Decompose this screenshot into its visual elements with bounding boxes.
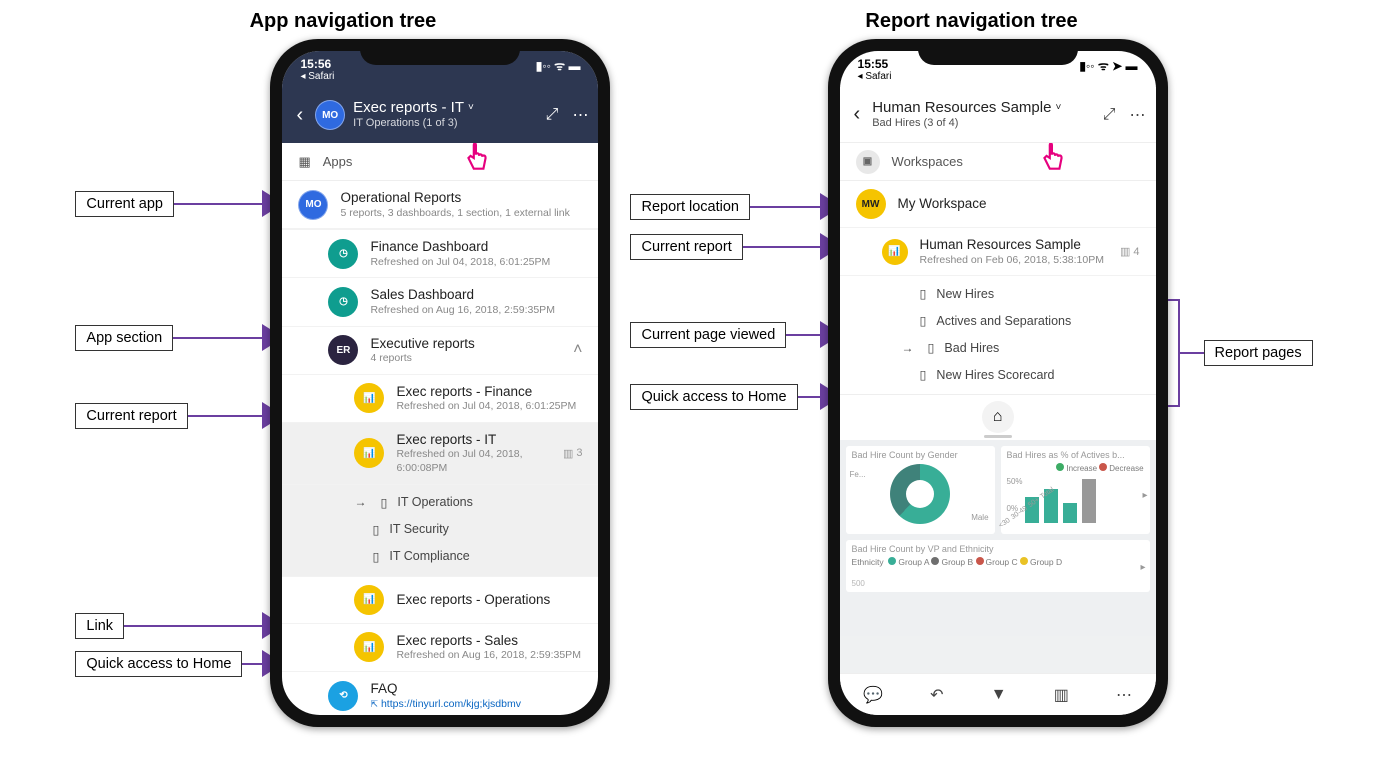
section-avatar: ER bbox=[328, 335, 358, 365]
dashboard-icon: ◷ bbox=[328, 239, 358, 269]
report-row-sales[interactable]: 📊 Exec reports - Sales Refreshed on Aug … bbox=[282, 624, 598, 672]
page-new-hires[interactable]: ▯New Hires bbox=[840, 280, 1156, 307]
cursor-icon bbox=[1040, 143, 1066, 173]
page-count: ▥3 bbox=[563, 447, 583, 460]
page-mobile-icon: ▯ bbox=[920, 286, 927, 301]
report-row-operations[interactable]: 📊 Exec reports - Operations bbox=[282, 577, 598, 624]
home-icon: ⌂ bbox=[993, 408, 1003, 426]
workspaces-icon: ▣ bbox=[856, 150, 880, 174]
header-subtitle: IT Operations (1 of 3) bbox=[353, 117, 538, 130]
report-header: ‹ Human Resources Sample ˅ Bad Hires (3 o… bbox=[840, 87, 1156, 143]
section-row-executive[interactable]: ER Executive reports 4 reports ˄ bbox=[282, 327, 598, 375]
dashboard-icon: ◷ bbox=[328, 287, 358, 317]
page-mobile-icon: ▯ bbox=[928, 340, 935, 355]
report-icon: 📊 bbox=[354, 585, 384, 615]
callout-current-report-1: Current report bbox=[75, 403, 187, 429]
callout-current-page: Current page viewed bbox=[630, 322, 786, 348]
back-to-safari[interactable]: ◂ Safari bbox=[858, 71, 892, 82]
callout-link: Link bbox=[75, 613, 124, 639]
page-it-compliance[interactable]: ▯IT Compliance bbox=[282, 543, 598, 570]
link-icon: ⟲ bbox=[328, 681, 358, 711]
home-button[interactable]: ⌂ bbox=[982, 401, 1014, 433]
back-to-safari[interactable]: ◂ Safari bbox=[300, 71, 334, 82]
header-subtitle: Bad Hires (3 of 4) bbox=[872, 117, 1095, 130]
callout-report-pages: Report pages bbox=[1204, 340, 1313, 366]
page-icon: ▯ bbox=[372, 522, 379, 537]
back-icon[interactable]: ‹ bbox=[292, 104, 307, 127]
drag-handle[interactable] bbox=[984, 435, 1012, 438]
comment-icon[interactable]: 💬 bbox=[863, 685, 883, 705]
workspace-row[interactable]: MW My Workspace bbox=[840, 181, 1156, 228]
workspace-avatar: MW bbox=[856, 189, 886, 219]
back-icon[interactable]: ‹ bbox=[850, 103, 865, 126]
callout-home-1: Quick access to Home bbox=[75, 651, 242, 677]
pages-icon[interactable]: ▥ bbox=[1054, 685, 1069, 705]
callout-app-section: App section bbox=[75, 325, 173, 351]
callout-current-app: Current app bbox=[75, 191, 174, 217]
filter-icon[interactable]: ▼ bbox=[991, 686, 1007, 704]
donut-chart bbox=[890, 464, 950, 524]
report-icon: 📊 bbox=[354, 383, 384, 413]
page-mobile-icon: ▯ bbox=[380, 495, 387, 510]
callout-current-report-2: Current report bbox=[630, 234, 742, 260]
callout-report-location: Report location bbox=[630, 194, 750, 220]
phone-right: 15:55 ◂ Safari ▮◦◦ ᯤ ➤ ▬ ‹ Human Resourc… bbox=[828, 39, 1168, 727]
report-row-finance[interactable]: 📊 Exec reports - Finance Refreshed on Ju… bbox=[282, 375, 598, 423]
report-icon: 📊 bbox=[882, 239, 908, 265]
dashboard-row-sales[interactable]: ◷ Sales Dashboard Refreshed on Aug 16, 2… bbox=[282, 278, 598, 326]
apps-section[interactable]: ▦ Apps bbox=[282, 143, 598, 181]
header-title[interactable]: Exec reports - IT bbox=[353, 99, 464, 117]
dashboard-row-finance[interactable]: ◷ Finance Dashboard Refreshed on Jul 04,… bbox=[282, 229, 598, 278]
page-it-operations[interactable]: ▯IT Operations bbox=[282, 489, 598, 516]
expand-icon[interactable]: ⤢ bbox=[546, 106, 559, 124]
page-mobile-icon: ▯ bbox=[372, 549, 379, 564]
app-row-operational[interactable]: MO Operational Reports 5 reports, 3 dash… bbox=[282, 181, 598, 229]
page-icon: ▯ bbox=[920, 313, 927, 328]
cursor-icon bbox=[464, 143, 490, 173]
callout-home-2: Quick access to Home bbox=[630, 384, 797, 410]
callouts-center: Report location Current report Current p… bbox=[630, 39, 827, 410]
title-left: App navigation tree bbox=[250, 10, 437, 33]
callouts-right: Report pages bbox=[1168, 39, 1313, 407]
chevron-down-icon[interactable]: ˅ bbox=[468, 102, 474, 114]
report-preview: Bad Hire Count by Gender Fe... Male Bad … bbox=[840, 440, 1156, 673]
more-icon[interactable]: ⋯ bbox=[1116, 685, 1132, 705]
status-icons: ▮◦◦ ᯤ ▬ bbox=[536, 57, 581, 87]
bottom-toolbar: 💬 ↶ ▼ ▥ ⋯ bbox=[840, 673, 1156, 715]
page-it-security[interactable]: ▯IT Security bbox=[282, 516, 598, 543]
page-bad-hires[interactable]: ▯Bad Hires bbox=[840, 334, 1156, 361]
link-row-faq[interactable]: ⟲ FAQ ⇱ https://tinyurl.com/kjg;kjsdbmv bbox=[282, 672, 598, 715]
workspaces-section[interactable]: ▣ Workspaces bbox=[840, 143, 1156, 181]
page-count: ▥4 bbox=[1120, 245, 1140, 258]
app-header: ‹ MO Exec reports - IT ˅ IT Operations (1… bbox=[282, 87, 598, 143]
bar-chart bbox=[1025, 473, 1096, 523]
more-icon[interactable]: ⋯ bbox=[1130, 105, 1146, 125]
report-icon: 📊 bbox=[354, 438, 384, 468]
chevron-up-icon[interactable]: ˄ bbox=[573, 341, 582, 359]
page-actives[interactable]: ▯Actives and Separations bbox=[840, 307, 1156, 334]
apps-icon: ▦ bbox=[298, 154, 310, 170]
header-title[interactable]: Human Resources Sample bbox=[872, 99, 1051, 117]
more-icon[interactable]: ⋯ bbox=[572, 105, 588, 125]
report-icon: 📊 bbox=[354, 632, 384, 662]
report-row-it[interactable]: 📊 Exec reports - IT Refreshed on Jul 04,… bbox=[282, 423, 598, 485]
report-row[interactable]: 📊 Human Resources Sample Refreshed on Fe… bbox=[840, 228, 1156, 276]
chevron-down-icon[interactable]: ˅ bbox=[1055, 102, 1061, 114]
phone-left: 15:56 ◂ Safari ▮◦◦ ᯤ ▬ ‹ MO Exec reports… bbox=[270, 39, 610, 727]
page-icon: ▯ bbox=[920, 367, 927, 382]
undo-icon[interactable]: ↶ bbox=[930, 685, 943, 705]
status-icons: ▮◦◦ ᯤ ➤ ▬ bbox=[1079, 57, 1137, 87]
app-avatar: MO bbox=[315, 100, 345, 130]
title-right: Report navigation tree bbox=[865, 10, 1077, 33]
expand-icon[interactable]: ⤢ bbox=[1103, 106, 1116, 124]
callouts-left: Current app App section Current report L… bbox=[75, 39, 270, 677]
app-avatar-op: MO bbox=[298, 190, 328, 220]
page-scorecard[interactable]: ▯New Hires Scorecard bbox=[840, 361, 1156, 388]
